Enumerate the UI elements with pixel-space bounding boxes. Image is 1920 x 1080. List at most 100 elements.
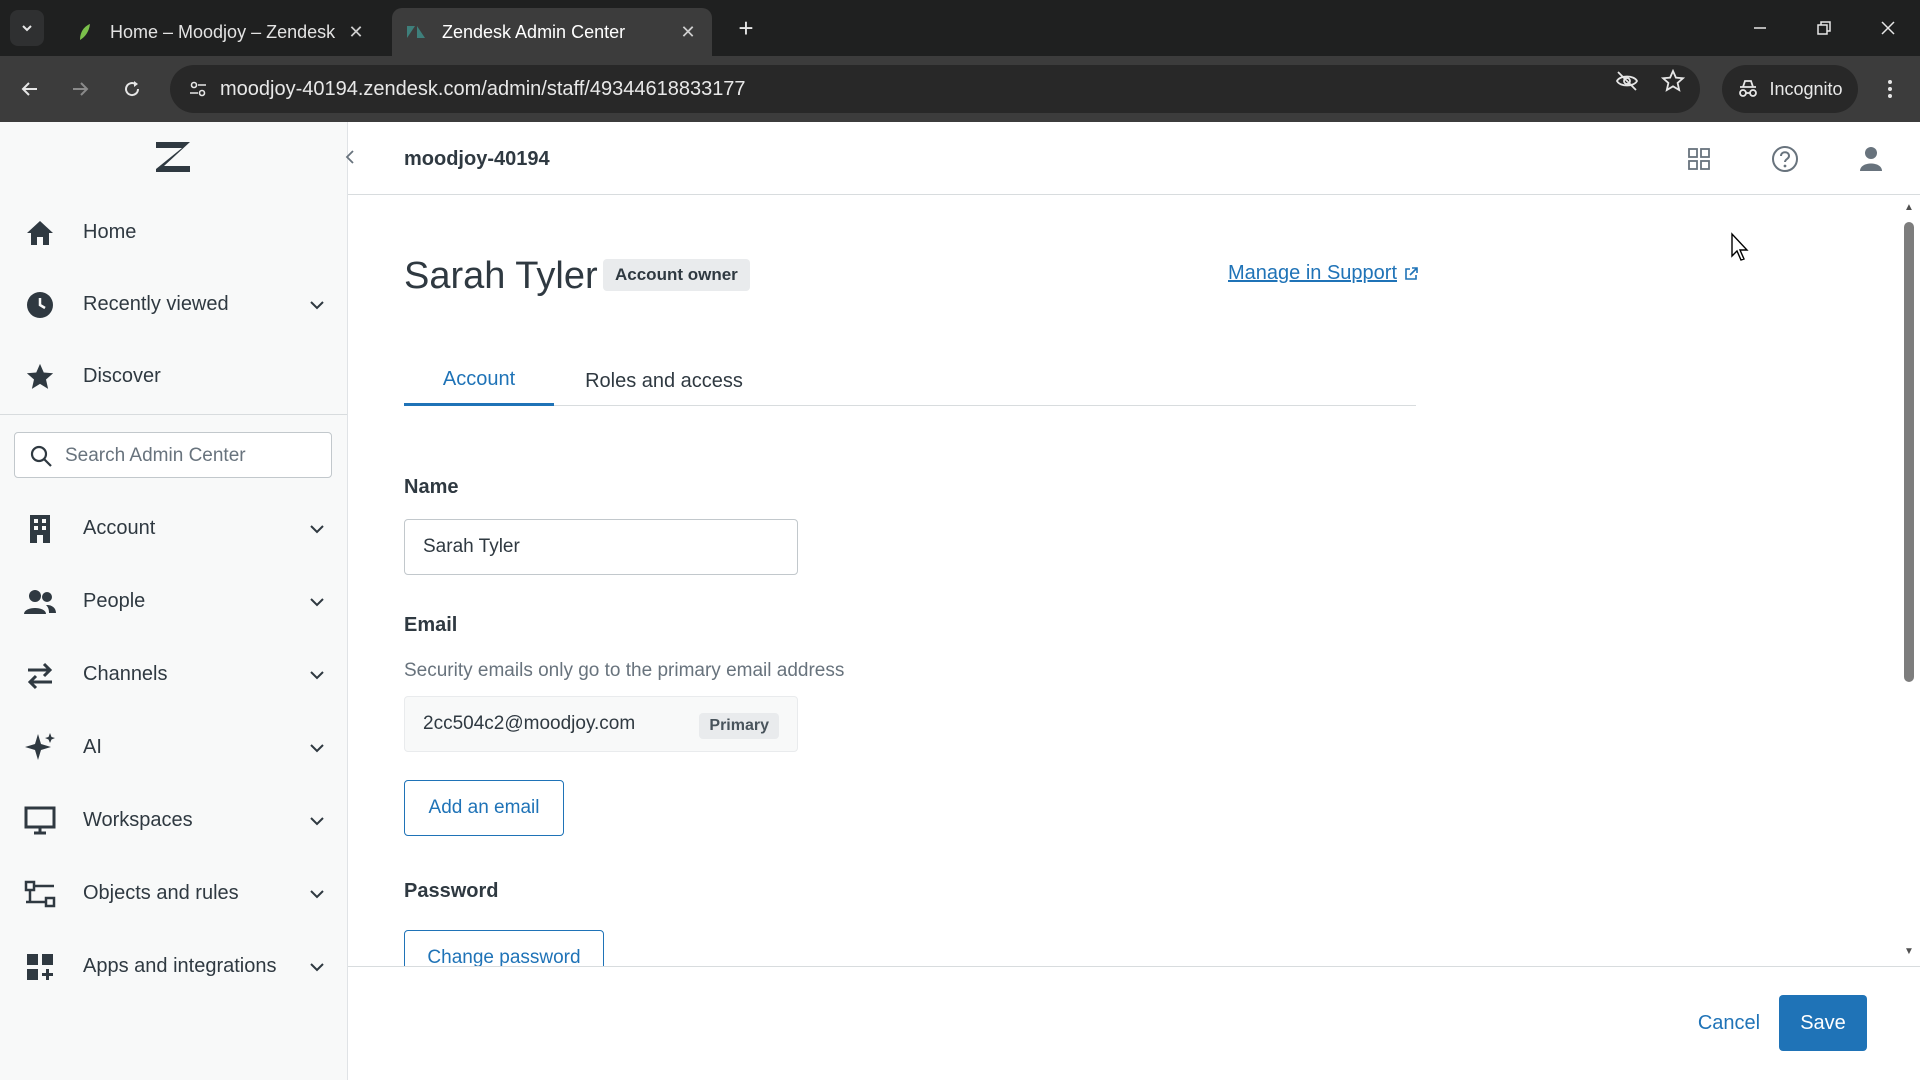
address-bar[interactable]: moodjoy-40194.zendesk.com/admin/staff/49… (170, 65, 1700, 113)
building-icon (24, 513, 56, 545)
sidebar-item-recently-viewed[interactable]: Recently viewed (0, 274, 347, 334)
sidebar-item-objects-and-rules[interactable]: Objects and rules (0, 863, 347, 923)
page-title: Sarah Tyler (404, 255, 598, 297)
browser-tab-admin-center[interactable]: Zendesk Admin Center ✕ (392, 8, 712, 56)
close-icon[interactable]: ✕ (346, 22, 366, 42)
people-icon (24, 586, 56, 618)
manage-in-support-link[interactable]: Manage in Support (1228, 262, 1419, 285)
search-input[interactable] (65, 441, 323, 471)
incognito-icon (1739, 80, 1758, 97)
help-icon[interactable] (1770, 144, 1800, 174)
sidebar-item-discover[interactable]: Discover (0, 346, 347, 406)
browser-tab-home[interactable]: Home – Moodjoy – Zendesk ✕ (60, 8, 380, 56)
page-scrollbar[interactable]: ▲ ▼ (1898, 196, 1920, 966)
add-email-button[interactable]: Add an email (404, 780, 564, 836)
account-owner-badge: Account owner (603, 259, 750, 291)
minimize-icon[interactable] (1740, 8, 1780, 48)
name-field[interactable] (404, 519, 798, 575)
sidebar-item-home[interactable]: Home (0, 202, 347, 262)
bookmark-star-icon[interactable] (1660, 68, 1686, 94)
tab-account[interactable]: Account (404, 356, 554, 406)
incognito-indicator[interactable]: Incognito (1722, 65, 1858, 113)
browser-tab-bar: Home – Moodjoy – Zendesk ✕ Zendesk Admin… (0, 0, 1920, 56)
sidebar-item-label: Workspaces (83, 808, 193, 831)
change-password-button[interactable]: Change password (404, 930, 604, 966)
action-footer: Cancel Save (348, 966, 1920, 1080)
apps-icon (24, 951, 56, 983)
admin-sidebar: Home Recently viewed Discover Account (0, 122, 354, 1080)
save-button[interactable]: Save (1779, 995, 1867, 1051)
sidebar-item-account[interactable]: Account (0, 498, 347, 558)
sidebar-item-apps-and-integrations[interactable]: Apps and integrations (0, 936, 347, 996)
tab-roles-and-access[interactable]: Roles and access (564, 356, 764, 406)
tab-title: Home – Moodjoy – Zendesk (110, 21, 336, 42)
admin-search-box[interactable] (14, 432, 332, 478)
email-hint: Security emails only go to the primary e… (404, 660, 845, 681)
name-label: Name (404, 476, 459, 498)
mouse-cursor-icon (1731, 232, 1749, 261)
objects-icon (24, 878, 56, 910)
chevron-down-icon (306, 956, 328, 978)
scroll-up-icon[interactable]: ▲ (1902, 200, 1916, 214)
user-detail-page: Sarah Tyler Account owner Manage in Supp… (348, 196, 1898, 966)
sidebar-item-label: Recently viewed (83, 292, 229, 315)
sparkle-icon (24, 732, 56, 764)
chevron-down-icon (306, 591, 328, 613)
window-close-icon[interactable] (1868, 8, 1908, 48)
sidebar-item-workspaces[interactable]: Workspaces (0, 790, 347, 850)
chevron-down-icon (306, 810, 328, 832)
password-label: Password (404, 880, 499, 902)
chevron-down-icon (306, 883, 328, 905)
arrows-icon (24, 659, 56, 691)
sidebar-item-label: Channels (83, 662, 168, 685)
sidebar-item-ai[interactable]: AI (0, 717, 347, 777)
incognito-label: Incognito (1769, 78, 1843, 99)
product-tray-icon[interactable] (1684, 144, 1714, 174)
sidebar-item-label: Apps and integrations (83, 954, 277, 977)
site-settings-icon[interactable] (186, 77, 210, 101)
chevron-down-icon (306, 664, 328, 686)
restore-icon[interactable] (1804, 8, 1844, 48)
cancel-button[interactable]: Cancel (1674, 995, 1784, 1051)
zendesk-logo-icon[interactable] (154, 140, 194, 176)
external-link-icon (1405, 266, 1418, 280)
scrollbar-thumb[interactable] (1904, 222, 1914, 682)
url-text: moodjoy-40194.zendesk.com/admin/staff/49… (220, 77, 746, 100)
user-tabs: Account Roles and access (404, 356, 1416, 406)
scroll-down-icon[interactable]: ▼ (1902, 944, 1916, 958)
admin-header: moodjoy-40194 (348, 122, 1920, 195)
sidebar-item-label: Objects and rules (83, 881, 239, 904)
sidebar-item-label: AI (83, 735, 102, 758)
new-tab-button[interactable]: + (730, 12, 762, 44)
sidebar-item-label: Home (83, 220, 137, 243)
email-value: 2cc504c2@moodjoy.com (423, 713, 636, 734)
chevron-down-icon (306, 294, 328, 316)
home-icon (24, 217, 56, 249)
sidebar-item-channels[interactable]: Channels (0, 644, 347, 704)
search-icon (30, 445, 52, 467)
close-icon[interactable]: ✕ (678, 22, 698, 42)
browser-menu-icon[interactable] (1870, 69, 1910, 109)
chevron-down-icon (306, 737, 328, 759)
eye-off-icon[interactable] (1614, 68, 1640, 94)
monitor-icon (24, 805, 56, 837)
collapse-sidebar-icon[interactable] (338, 142, 362, 172)
reload-icon[interactable] (112, 69, 152, 109)
back-arrow-icon[interactable] (10, 69, 50, 109)
manage-link-label: Manage in Support (1228, 262, 1398, 284)
sidebar-item-people[interactable]: People (0, 571, 347, 631)
account-subdomain: moodjoy-40194 (404, 148, 550, 170)
sidebar-item-label: Account (83, 516, 156, 539)
zendesk-logo-icon (406, 22, 426, 42)
user-profile-icon[interactable] (1856, 144, 1886, 174)
tab-search-button[interactable] (10, 10, 44, 46)
primary-email-tag: Primary (699, 713, 779, 739)
sidebar-divider (0, 414, 347, 415)
browser-toolbar: moodjoy-40194.zendesk.com/admin/staff/49… (0, 56, 1920, 122)
sidebar-item-label: Discover (83, 364, 161, 387)
forward-arrow-icon[interactable] (60, 69, 100, 109)
tab-title: Zendesk Admin Center (442, 21, 626, 42)
email-label: Email (404, 614, 458, 636)
chevron-down-icon (22, 25, 32, 32)
primary-email-field: 2cc504c2@moodjoy.com Primary (404, 696, 798, 752)
